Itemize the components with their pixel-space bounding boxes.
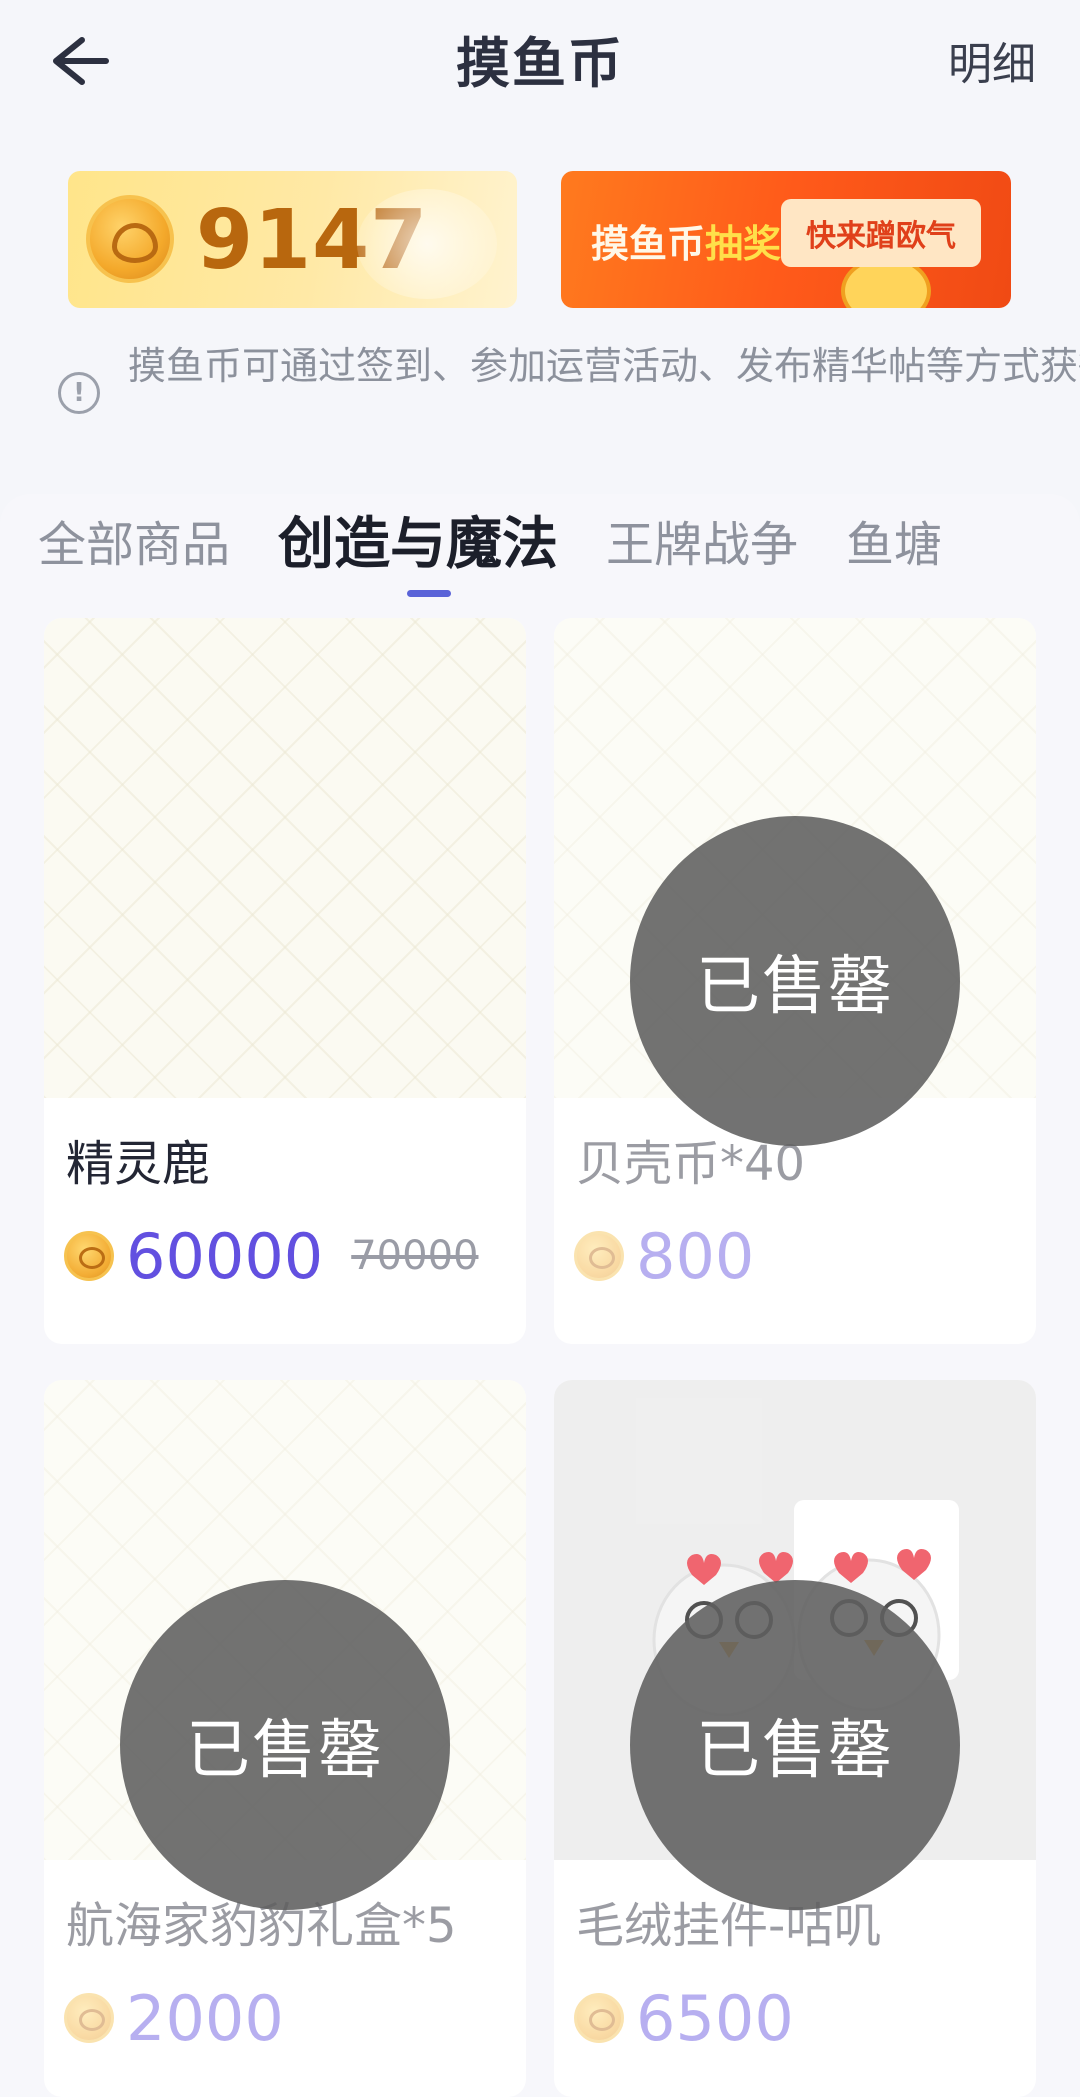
price-row: 6500: [574, 1981, 794, 2055]
lottery-banner[interactable]: 摸鱼币抽奖 快来蹭欧气: [561, 171, 1011, 308]
lottery-title-highlight: 抽奖: [705, 222, 782, 266]
lottery-title: 摸鱼币抽奖: [591, 213, 781, 268]
tab-all-products[interactable]: 全部商品: [38, 510, 230, 580]
product-name: 精灵鹿: [66, 1136, 211, 1192]
sold-out-badge: 已售罄: [120, 1580, 450, 1910]
sold-out-badge: 已售罄: [630, 816, 960, 1146]
product-price: 2000: [126, 1981, 284, 2055]
info-icon: !: [58, 372, 100, 414]
active-tab-indicator: [407, 590, 451, 597]
tab-ace-war[interactable]: 王牌战争: [606, 510, 798, 580]
earn-coins-notice: ! 摸鱼币可通过签到、参加运营活动、发布精华帖等方式获得: [56, 332, 1080, 452]
detail-link[interactable]: 明细: [948, 28, 1036, 92]
product-image: [44, 618, 526, 1098]
notice-text: 摸鱼币可通过签到、参加运营活动、发布精华帖等方式获得: [128, 344, 1080, 388]
page-title: 摸鱼币: [456, 31, 624, 95]
lottery-title-prefix: 摸鱼币: [591, 222, 706, 266]
fish-coin-icon: [64, 1231, 114, 1281]
fish-coin-icon: [574, 1993, 624, 2043]
fish-coin-icon: [64, 1993, 114, 2043]
tab-creation-magic[interactable]: 创造与魔法: [278, 510, 558, 580]
fish-coin-icon: [574, 1231, 624, 1281]
back-arrow-icon[interactable]: [44, 26, 114, 96]
product-card[interactable]: 精灵鹿 60000 70000: [44, 618, 526, 1344]
fish-coin-icon: [86, 195, 174, 283]
product-price: 6500: [636, 1981, 794, 2055]
product-card[interactable]: 已售罄 航海家豹豹礼盒*5 2000: [44, 1380, 526, 2097]
product-card[interactable]: 已售罄 毛绒挂件-咕叽 6500: [554, 1380, 1036, 2097]
price-row: 2000: [64, 1981, 284, 2055]
price-row: 800: [574, 1219, 755, 1293]
price-row: 60000 70000: [64, 1219, 479, 1293]
decoration: [357, 189, 497, 299]
product-price: 800: [636, 1219, 755, 1293]
tab-fish-pond[interactable]: 鱼塘: [846, 510, 942, 580]
category-tabs: 全部商品 创造与魔法 王牌战争 鱼塘: [38, 510, 990, 600]
original-price: 70000: [351, 1233, 479, 1279]
product-price: 60000: [126, 1219, 324, 1293]
lottery-badge: 快来蹭欧气: [781, 199, 981, 267]
product-card[interactable]: 已售罄 贝壳币*40 800: [554, 618, 1036, 1344]
sold-out-badge: 已售罄: [630, 1580, 960, 1910]
coin-balance-card: 9147: [68, 171, 517, 308]
top-bar: 摸鱼币 明细: [0, 0, 1080, 120]
